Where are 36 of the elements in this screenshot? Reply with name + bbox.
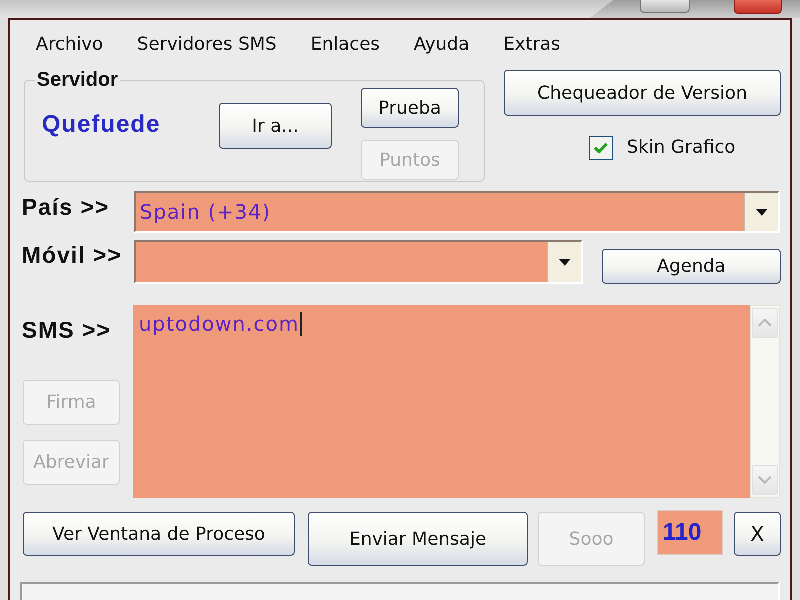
character-counter: 110 [657,510,723,555]
go-to-button[interactable]: Ir a... [219,103,332,149]
checkbox-label[interactable]: Skin Grafico [627,136,736,160]
field-label: SMS >> [22,317,112,343]
caret-down-icon [558,258,570,266]
menu-item[interactable]: Archivo [36,33,104,57]
menu-item[interactable]: Enlaces [310,33,380,57]
group-label: Servidor [36,70,120,90]
action-button[interactable]: Ver Ventana de Proceso [23,512,295,556]
clear-button[interactable]: X [734,512,781,556]
chevron-down-icon [758,476,772,484]
field-label: País >> [22,194,110,220]
caret-down-icon [756,208,768,216]
dropdown-button[interactable] [744,193,778,231]
text-cursor [300,312,302,336]
dropdown-button[interactable] [547,242,581,282]
close-window-button[interactable] [734,0,782,14]
field-label: Móvil >> [22,242,122,268]
server-name: Quefuede [42,111,161,139]
checkbox[interactable] [589,136,613,160]
chevron-up-icon [758,319,772,327]
menu-item[interactable]: Extras [504,33,561,57]
agenda-button[interactable]: Agenda [602,249,781,284]
action-button[interactable]: Enviar Mensaje [308,512,528,566]
scroll-down-button[interactable] [752,465,778,495]
version-check-button[interactable]: Chequeador de Version [504,70,781,116]
scroll-up-button[interactable] [752,308,778,338]
mobile-dropdown[interactable] [134,240,583,284]
server-button[interactable]: Prueba [361,88,459,128]
menu-item[interactable]: Ayuda [414,33,470,57]
country-dropdown[interactable]: Spain (+34) [134,191,780,233]
sms-text-area[interactable]: uptodown.com [133,305,750,498]
menu-item[interactable]: Servidores SMS [137,33,277,57]
checkmark-icon [594,142,608,154]
scrollbar[interactable] [750,305,780,498]
minimize-button[interactable] [640,0,690,13]
